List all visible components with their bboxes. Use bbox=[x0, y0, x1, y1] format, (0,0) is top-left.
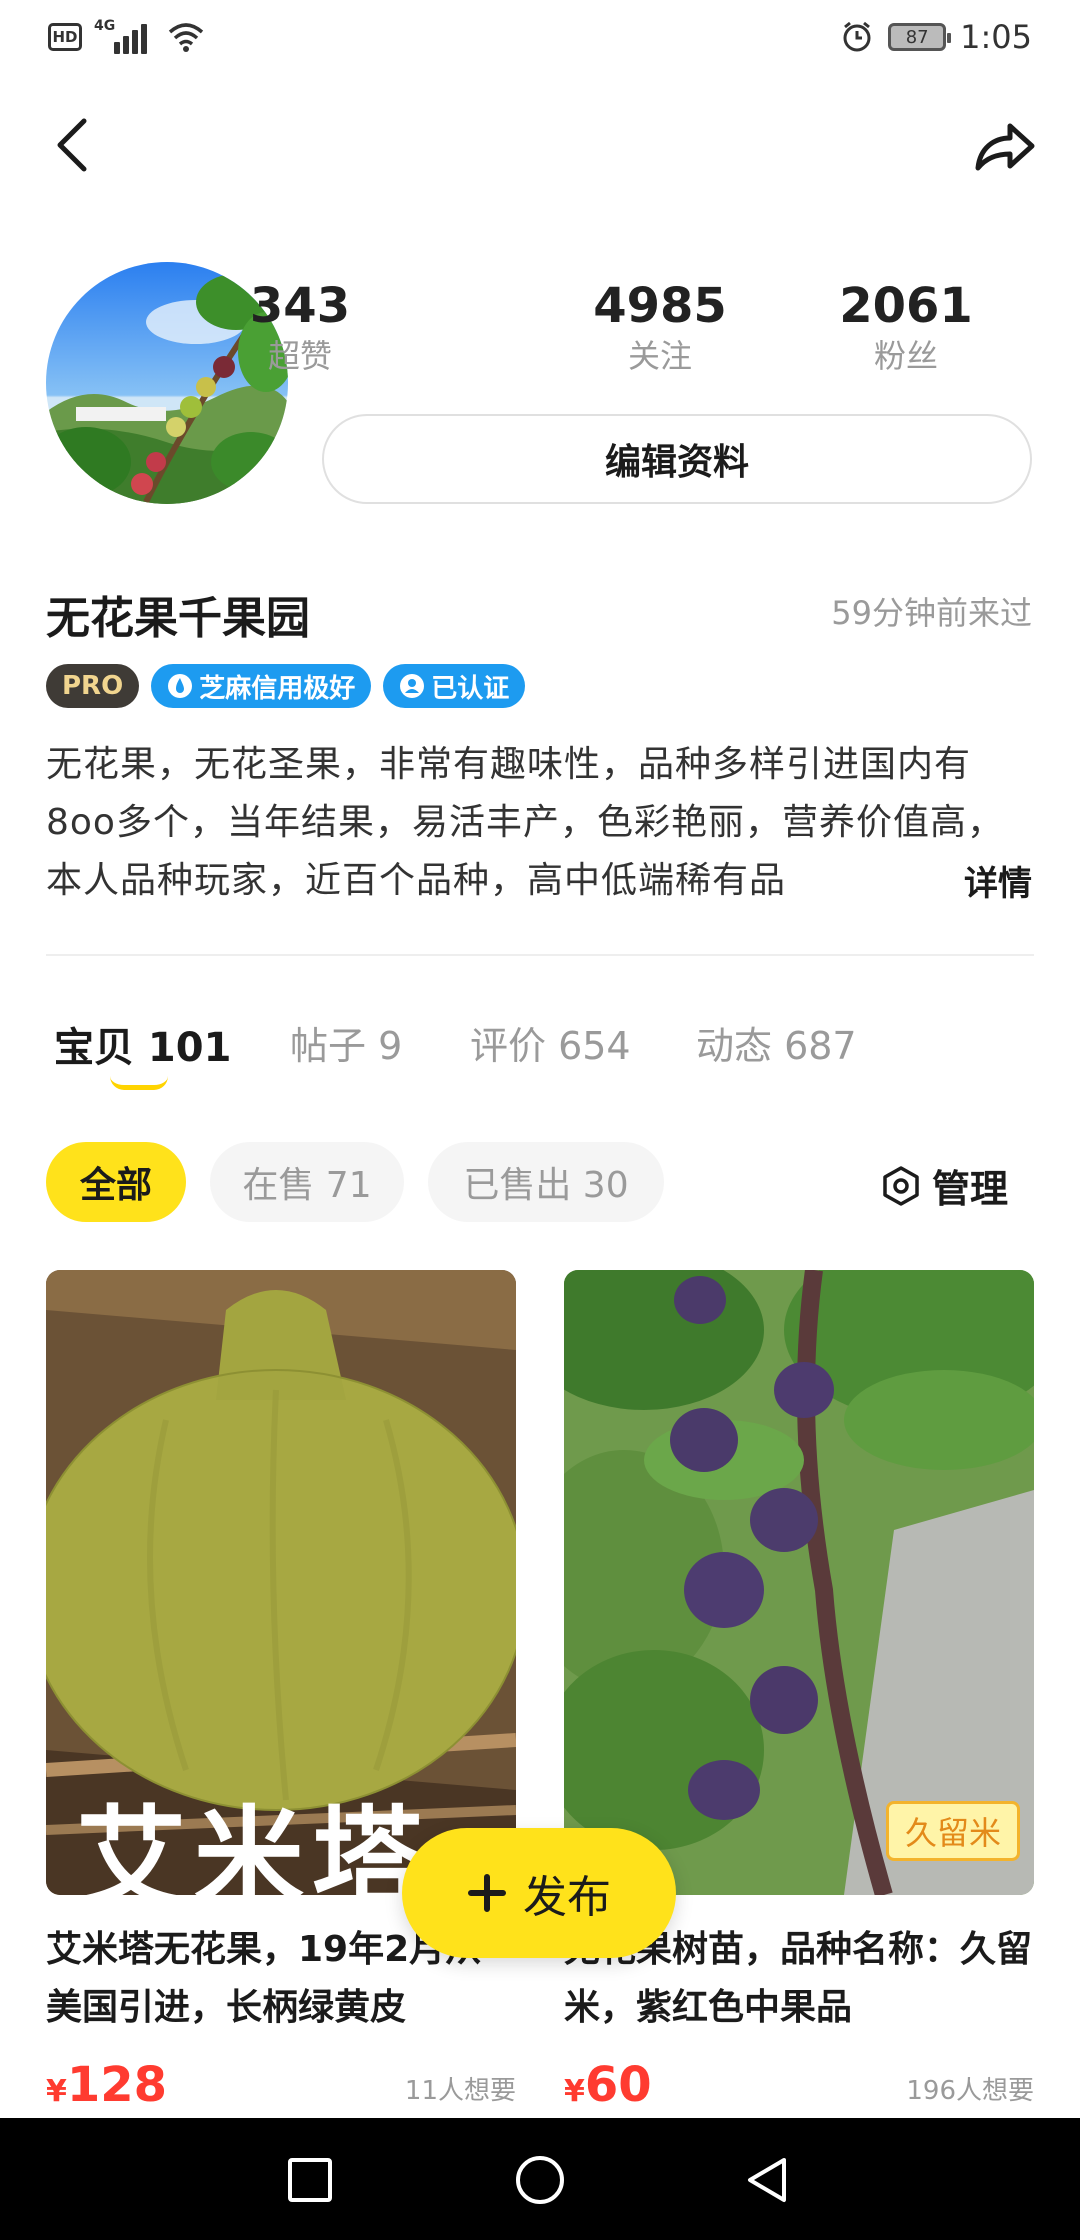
tab-reviews[interactable]: 评价 654 bbox=[470, 1015, 631, 1070]
wants-count: 196人想要 bbox=[906, 2076, 1034, 2106]
pro-badge[interactable]: PRO bbox=[46, 664, 140, 708]
share-icon[interactable] bbox=[972, 118, 1036, 174]
stat-likes-label: 超赞 bbox=[267, 337, 332, 375]
home-icon[interactable] bbox=[514, 2154, 566, 2206]
publish-label: 发布 bbox=[523, 1872, 611, 1923]
filter-on-sale[interactable]: 在售 71 bbox=[210, 1142, 404, 1222]
description-fade bbox=[860, 852, 960, 910]
product-image[interactable]: 久留米 bbox=[564, 1270, 1034, 1895]
product-price: ¥60 bbox=[564, 2057, 652, 2113]
alarm-icon bbox=[843, 21, 871, 52]
price-amount: 128 bbox=[66, 2057, 168, 2113]
network-type: 4G bbox=[94, 18, 116, 34]
stat-likes-value: 343 bbox=[249, 278, 351, 334]
stat-likes[interactable]: 343 超赞 bbox=[200, 278, 400, 378]
stat-following-label: 关注 bbox=[627, 337, 692, 375]
last-seen-text: 59分钟前来过 bbox=[831, 594, 1032, 632]
stat-followers-value: 2061 bbox=[839, 278, 973, 334]
tab-activity[interactable]: 动态 687 bbox=[696, 1015, 857, 1070]
product-footer: ¥60 196人想要 bbox=[564, 2053, 1034, 2113]
manage-label: 管理 bbox=[931, 1167, 1008, 1211]
product-price: ¥128 bbox=[46, 2057, 167, 2113]
clock: 1:05 bbox=[960, 18, 1032, 56]
back-nav-icon[interactable] bbox=[742, 2154, 794, 2206]
filter-all[interactable]: 全部 bbox=[46, 1142, 186, 1222]
badge-row: PRO 芝麻信用极好 已认证 bbox=[46, 664, 526, 708]
verified-badge-label: 已认证 bbox=[431, 673, 510, 704]
stat-following[interactable]: 4985 关注 bbox=[560, 278, 760, 378]
status-right: 87 1:05 bbox=[840, 18, 1032, 56]
stat-followers-label: 粉丝 bbox=[873, 337, 938, 375]
details-link[interactable]: 详情 bbox=[964, 856, 1032, 905]
back-arrow-icon[interactable] bbox=[50, 115, 94, 175]
plus-icon bbox=[468, 1874, 506, 1912]
product-card[interactable]: 艾米塔 艾米塔无花果，19年2月从美国引进，长柄绿黄皮 ¥128 11人想要 bbox=[46, 1270, 516, 2113]
tab-posts[interactable]: 帖子 9 bbox=[290, 1015, 402, 1070]
credit-badge-label: 芝麻信用极好 bbox=[199, 673, 356, 704]
status-bar: HD 4G 87 1:05 bbox=[0, 0, 1080, 80]
edit-profile-button[interactable]: 编辑资料 bbox=[322, 414, 1032, 504]
stat-followers[interactable]: 2061 粉丝 bbox=[806, 278, 1006, 378]
verified-icon bbox=[400, 674, 425, 698]
credit-badge[interactable]: 芝麻信用极好 bbox=[151, 664, 372, 708]
product-card[interactable]: 久留米 无花果树苗，品种名称：久留米，紫红色中果品 ¥60 196人想要 bbox=[564, 1270, 1034, 2113]
currency-symbol: ¥ bbox=[46, 2074, 67, 2109]
system-nav-bar bbox=[0, 2118, 1080, 2240]
product-image[interactable]: 艾米塔 bbox=[46, 1270, 516, 1895]
image-tag: 久留米 bbox=[885, 1801, 1020, 1861]
product-footer: ¥128 11人想要 bbox=[46, 2053, 516, 2113]
credit-icon bbox=[168, 674, 193, 698]
image-overlay-text: 艾米塔 bbox=[76, 1795, 430, 1895]
recents-icon[interactable] bbox=[284, 2154, 336, 2206]
divider bbox=[46, 954, 1034, 956]
battery-icon: 87 bbox=[888, 23, 952, 51]
wifi-icon bbox=[168, 23, 204, 52]
publish-button[interactable]: 发布 bbox=[402, 1828, 676, 1958]
tab-items[interactable]: 宝贝 101 bbox=[54, 1015, 231, 1073]
filter-sold[interactable]: 已售出 30 bbox=[428, 1142, 664, 1222]
manage-button[interactable]: 管理 bbox=[880, 1158, 1008, 1213]
price-amount: 60 bbox=[584, 2057, 652, 2113]
currency-symbol: ¥ bbox=[564, 2074, 585, 2109]
stat-following-value: 4985 bbox=[593, 278, 727, 334]
shop-name: 无花果千果园 bbox=[46, 593, 310, 644]
wants-count: 11人想要 bbox=[404, 2076, 516, 2106]
status-left: HD 4G bbox=[48, 18, 206, 54]
hd-icon: HD bbox=[48, 23, 82, 51]
active-tab-indicator bbox=[110, 1076, 168, 1090]
verified-badge[interactable]: 已认证 bbox=[383, 664, 526, 708]
manage-icon bbox=[883, 1165, 919, 1206]
cellular-signal-icon: 4G bbox=[94, 18, 154, 54]
